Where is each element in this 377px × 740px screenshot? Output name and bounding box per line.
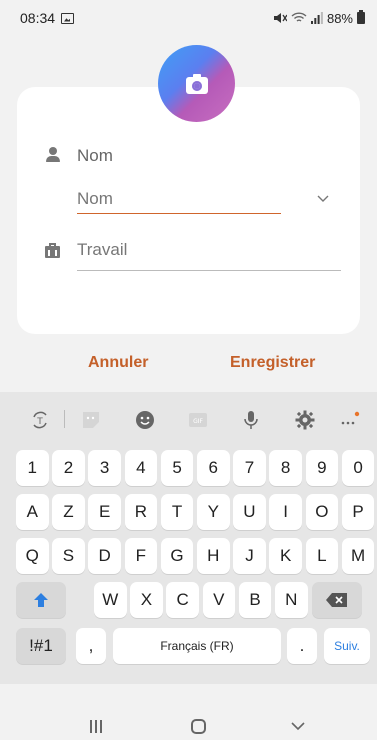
comma-key[interactable]: ,	[76, 628, 106, 664]
key-s[interactable]: S	[52, 538, 85, 574]
back-chevron-icon[interactable]	[291, 721, 305, 731]
symbols-key[interactable]: !#1	[16, 628, 66, 664]
key-o[interactable]: O	[305, 494, 339, 530]
recent-apps-icon[interactable]	[90, 720, 104, 733]
key-w[interactable]: W	[94, 582, 127, 618]
home-icon[interactable]	[191, 719, 206, 734]
mute-icon	[273, 13, 287, 23]
save-button[interactable]: Enregistrer	[230, 354, 315, 372]
cancel-button[interactable]: Annuler	[88, 354, 148, 372]
key-3[interactable]: 3	[88, 450, 121, 486]
more-icon[interactable]	[339, 410, 361, 430]
shift-arrow-icon	[34, 593, 48, 607]
briefcase-icon	[45, 243, 61, 259]
svg-text:GIF: GIF	[193, 418, 203, 425]
key-z[interactable]: Z	[52, 494, 85, 530]
key-d[interactable]: D	[88, 538, 121, 574]
key-4[interactable]: 4	[124, 450, 158, 486]
key-1[interactable]: 1	[16, 450, 49, 486]
shift-key[interactable]	[16, 582, 66, 618]
gif-icon[interactable]: GIF	[188, 410, 208, 430]
battery-percent: 88%	[326, 10, 353, 26]
svg-text:T: T	[36, 417, 43, 427]
key-b[interactable]: B	[238, 582, 272, 618]
keyboard: T GIF 1 2 3 4 5 6 7 8 9 0 A Z E R T Y U …	[0, 392, 377, 684]
backspace-key[interactable]	[312, 582, 362, 618]
key-e[interactable]: E	[88, 494, 121, 530]
status-bar: 08:34 88%	[0, 0, 377, 36]
key-h[interactable]: H	[197, 538, 230, 574]
keyboard-toolbar: T GIF	[0, 392, 377, 444]
camera-icon	[185, 74, 208, 94]
period-key[interactable]: .	[287, 628, 317, 664]
chevron-down-icon[interactable]	[316, 193, 330, 203]
key-y[interactable]: Y	[197, 494, 230, 530]
photo-avatar-button[interactable]	[158, 45, 235, 122]
settings-icon[interactable]	[295, 410, 315, 430]
key-x[interactable]: X	[130, 582, 163, 618]
key-q[interactable]: Q	[16, 538, 49, 574]
key-r[interactable]: R	[124, 494, 158, 530]
key-a[interactable]: A	[16, 494, 49, 530]
person-icon	[45, 147, 61, 163]
key-t[interactable]: T	[160, 494, 194, 530]
navigation-bar	[0, 684, 377, 740]
space-key[interactable]: Français (FR)	[113, 628, 281, 664]
key-u[interactable]: U	[233, 494, 266, 530]
battery-icon	[357, 10, 365, 24]
key-v[interactable]: V	[202, 582, 236, 618]
name-input[interactable]: Nom	[77, 186, 281, 214]
toolbar-divider	[64, 410, 65, 428]
key-7[interactable]: 7	[233, 450, 266, 486]
image-notification-icon	[61, 12, 75, 24]
next-key[interactable]: Suiv.	[324, 628, 370, 664]
key-j[interactable]: J	[233, 538, 266, 574]
emoji-icon[interactable]	[135, 410, 155, 430]
key-p[interactable]: P	[341, 494, 375, 530]
work-input[interactable]: Travail	[77, 240, 341, 271]
key-c[interactable]: C	[166, 582, 199, 618]
key-2[interactable]: 2	[52, 450, 85, 486]
key-9[interactable]: 9	[305, 450, 339, 486]
signal-icon	[310, 12, 323, 24]
key-f[interactable]: F	[124, 538, 158, 574]
translate-icon[interactable]: T	[30, 410, 50, 430]
backspace-icon	[326, 593, 347, 607]
status-time: 08:34	[20, 10, 56, 26]
form-actions: Annuler Enregistrer	[0, 354, 377, 380]
key-k[interactable]: K	[269, 538, 302, 574]
key-6[interactable]: 6	[197, 450, 230, 486]
name-section-label: Nom	[77, 146, 113, 165]
key-m[interactable]: M	[341, 538, 375, 574]
key-8[interactable]: 8	[269, 450, 302, 486]
mic-icon[interactable]	[243, 410, 259, 430]
key-0[interactable]: 0	[341, 450, 375, 486]
key-n[interactable]: N	[275, 582, 308, 618]
key-l[interactable]: L	[305, 538, 339, 574]
key-5[interactable]: 5	[160, 450, 194, 486]
key-g[interactable]: G	[160, 538, 194, 574]
key-i[interactable]: I	[269, 494, 302, 530]
wifi-icon	[291, 12, 307, 22]
sticker-icon[interactable]	[81, 410, 101, 430]
